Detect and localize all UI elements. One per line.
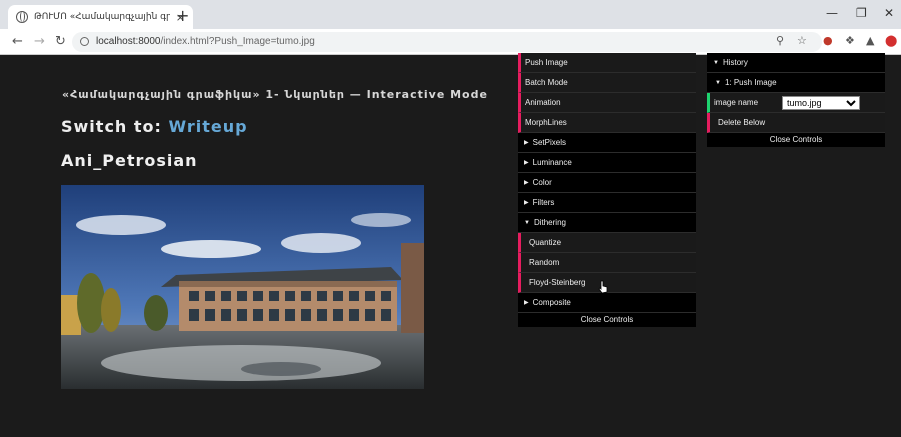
back-icon[interactable]: ← bbox=[12, 34, 23, 49]
triangle-right-icon: ▶ bbox=[524, 180, 529, 186]
animation-label: Animation bbox=[525, 98, 561, 107]
minimize-icon[interactable]: — bbox=[826, 6, 838, 20]
building-photo bbox=[61, 185, 424, 389]
push-image-button[interactable]: Push Image bbox=[518, 53, 696, 73]
image-name-select[interactable]: tumo.jpg bbox=[782, 96, 860, 110]
history-close-controls-button[interactable]: Close Controls bbox=[707, 133, 885, 147]
triangle-down-icon: ▼ bbox=[715, 80, 721, 86]
luminance-folder[interactable]: ▶ Luminance bbox=[518, 153, 696, 173]
random-button[interactable]: Random bbox=[518, 253, 696, 273]
browser-toolbar: ← → ↻ localhost:8000/index.html?Push_Ima… bbox=[0, 29, 901, 55]
triangle-right-icon: ▶ bbox=[524, 160, 529, 166]
image-name-label: image name bbox=[714, 98, 759, 107]
random-label: Random bbox=[529, 258, 560, 267]
reload-icon[interactable]: ↻ bbox=[55, 34, 66, 49]
filters-folder[interactable]: ▶ Filters bbox=[518, 193, 696, 213]
info-icon[interactable] bbox=[80, 37, 89, 46]
setpixels-folder[interactable]: ▶ SetPixels bbox=[518, 133, 696, 153]
delete-below-button[interactable]: Delete Below bbox=[707, 113, 885, 133]
address-bar[interactable]: localhost:8000/index.html?Push_Image=tum… bbox=[72, 32, 822, 52]
forward-icon[interactable]: → bbox=[34, 34, 45, 49]
profile-icon[interactable]: ▲ bbox=[866, 34, 874, 47]
composite-folder[interactable]: ▶ Composite bbox=[518, 293, 696, 313]
triangle-down-icon: ▼ bbox=[524, 220, 530, 226]
quantize-button[interactable]: Quantize bbox=[518, 233, 696, 253]
globe-icon bbox=[16, 11, 28, 23]
animation-button[interactable]: Animation bbox=[518, 93, 696, 113]
setpixels-label: SetPixels bbox=[532, 138, 566, 147]
writeup-link[interactable]: Writeup bbox=[169, 117, 248, 136]
browser-tabstrip: ԹՈՒՄՈ «Համակարգչային գրաֆիկա» 1- Նկարներ… bbox=[0, 0, 901, 29]
maximize-icon[interactable]: ❐ bbox=[856, 6, 867, 20]
color-label: Color bbox=[532, 178, 552, 187]
color-folder[interactable]: ▶ Color bbox=[518, 173, 696, 193]
dithering-folder[interactable]: ▼ Dithering bbox=[518, 213, 696, 233]
zoom-icon[interactable]: ⚲ bbox=[776, 34, 784, 47]
url-path: /index.html?Push_Image=tumo.jpg bbox=[160, 36, 315, 47]
delete-below-label: Delete Below bbox=[718, 118, 766, 127]
close-window-icon[interactable]: ✕ bbox=[884, 6, 894, 20]
switch-line: Switch to: Writeup bbox=[61, 117, 248, 136]
page-subtitle: «Համակարգչային գրաֆիկա» 1- Նկարներ — Int… bbox=[62, 88, 488, 101]
close-controls-button[interactable]: Close Controls bbox=[518, 313, 696, 327]
morphlines-button[interactable]: MorphLines bbox=[518, 113, 696, 133]
filters-label: Filters bbox=[532, 198, 555, 207]
push-image-label: Push Image bbox=[525, 58, 568, 67]
dithering-label: Dithering bbox=[533, 218, 566, 227]
batch-mode-label: Batch Mode bbox=[525, 78, 568, 87]
morphlines-label: MorphLines bbox=[525, 118, 567, 127]
triangle-down-icon: ▼ bbox=[713, 60, 719, 66]
triangle-right-icon: ▶ bbox=[524, 300, 529, 306]
image-name-row: image name tumo.jpg bbox=[707, 93, 885, 113]
composite-label: Composite bbox=[532, 298, 571, 307]
hand-cursor-icon bbox=[598, 280, 608, 294]
extension-badge-icon[interactable]: ● bbox=[823, 34, 833, 47]
extensions-puzzle-icon[interactable]: ❖ bbox=[845, 34, 855, 47]
bookmark-star-icon[interactable]: ☆ bbox=[797, 34, 807, 47]
quantize-label: Quantize bbox=[529, 238, 562, 247]
author-name: Ani_Petrosian bbox=[61, 151, 198, 170]
triangle-right-icon: ▶ bbox=[524, 200, 529, 206]
triangle-right-icon: ▶ bbox=[524, 140, 529, 146]
history-entry-folder[interactable]: ▼ 1: Push Image bbox=[707, 73, 885, 93]
floyd-steinberg-label: Floyd-Steinberg bbox=[529, 278, 586, 287]
history-folder[interactable]: ▼ History bbox=[707, 53, 885, 73]
tab-title: ԹՈՒՄՈ «Համակարգչային գրաֆիկա» 1- Նկարներ bbox=[34, 12, 170, 22]
switch-prefix: Switch to: bbox=[61, 117, 169, 136]
history-entry-label: 1: Push Image bbox=[724, 78, 777, 87]
url-host: localhost:8000 bbox=[96, 36, 161, 47]
history-panel: ▼ History ▼ 1: Push Image image name tumo.… bbox=[707, 53, 885, 147]
new-tab-button[interactable]: + bbox=[176, 6, 189, 25]
update-icon[interactable]: ⬤ bbox=[885, 34, 897, 47]
batch-mode-button[interactable]: Batch Mode bbox=[518, 73, 696, 93]
history-title: History bbox=[722, 58, 748, 67]
luminance-label: Luminance bbox=[532, 158, 572, 167]
browser-tab[interactable]: ԹՈՒՄՈ «Համակարգչային գրաֆիկա» 1- Նկարներ… bbox=[8, 5, 193, 29]
